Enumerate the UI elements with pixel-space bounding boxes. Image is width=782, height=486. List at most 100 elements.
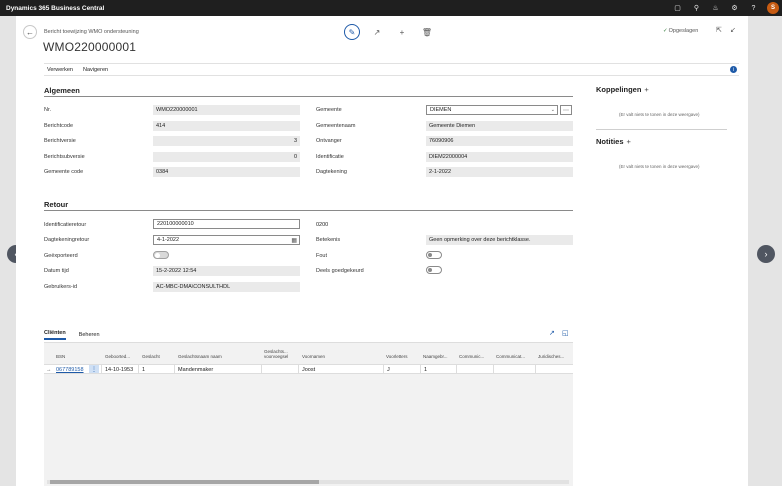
menu-bar: Verwerken Navigeren i [44,63,739,76]
edit-pencil-icon[interactable]: ✎ [344,24,360,40]
section-retour-title[interactable]: Retour [44,200,68,209]
column-divider [261,364,262,374]
cell-geboortedatum[interactable]: 14-10-1953 [105,367,133,373]
share-icon[interactable]: ↗ [369,24,385,40]
column-divider [493,364,494,374]
saved-label: Opgeslagen [668,28,699,34]
add-plus-icon[interactable]: + [644,85,648,94]
column-header-voorvoegsel[interactable]: Geslachts... voorvoegsel [264,349,294,359]
column-header-bsn[interactable]: BSN [56,354,65,359]
row-arrow-icon: → [46,367,52,373]
deels-goedgekeurd-toggle[interactable] [426,266,442,274]
breadcrumb: Bericht toewijzing WMO ondersteuning [44,29,139,35]
assist-edit-button[interactable]: ⋯ [560,105,572,115]
betekenis-label: Betekenis [316,237,341,243]
section-algemeen-title[interactable]: Algemeen [44,86,80,95]
fout-toggle[interactable] [426,251,442,259]
column-divider [174,364,175,374]
scrollbar-thumb[interactable] [50,480,319,484]
column-header-geboortedatum[interactable]: Geboorted... [105,354,130,359]
column-header-geslachtsnaam[interactable]: Geslachtsnaam naam [178,354,222,359]
column-divider [456,364,457,374]
dagtekening-label: Dagtekening [316,169,347,175]
column-divider [138,364,139,374]
koppelingen-empty-text: (Er valt niets te tonen in deze weergave… [619,112,700,117]
app-title: Dynamics 365 Business Central [6,4,105,12]
deels-goedgekeurd-label: Deels goedgekeurd [316,268,364,274]
collapse-icon[interactable]: ↙ [730,26,736,34]
cell-geslachtsnaam[interactable]: Mandenmaker [178,367,213,373]
berichtversie-field: 3 [153,136,300,146]
column-header-juridisch[interactable]: Juridisches... [538,354,564,359]
document-icon[interactable]: ▢ [668,0,687,16]
gemeente-label: Gemeente [316,107,342,113]
column-header-naamgebruik[interactable]: Naamgebr... [423,354,448,359]
datum-tijd-field: 15-2-2022 12:54 [153,266,300,276]
page-title: WMO220000001 [43,40,137,54]
column-header-voornamen[interactable]: Voornamen [302,354,325,359]
calendar-icon[interactable]: ▦ [291,237,297,244]
delete-trash-icon[interactable]: 🗑 [419,24,435,40]
gemeente-code-label: Gemeente code [44,169,84,175]
column-header-geslacht[interactable]: Geslacht [142,354,160,359]
new-plus-icon[interactable]: + [394,24,410,40]
column-header-communicatie2[interactable]: Communicat... [496,354,525,359]
add-plus-icon[interactable]: + [627,137,631,146]
notities-label: Notities [596,137,624,146]
check-icon: ✓ [663,28,668,34]
back-button[interactable]: ← [23,25,37,39]
row-actions-icon[interactable]: ⋮ [89,365,99,373]
fout-label: Fout [316,253,328,259]
cell-naamgebruik[interactable]: 1 [424,367,427,373]
cell-bsn[interactable]: 067789158 [56,367,84,373]
menu-verwerken[interactable]: Verwerken [47,67,73,73]
gebruikers-id-label: Gebruikers-id [44,284,78,290]
open-new-window-icon[interactable]: ⇱ [716,26,722,34]
record-page: ← Bericht toewijzing WMO ondersteuning W… [16,16,748,486]
gear-icon[interactable]: ⚙ [725,0,744,16]
gemeentenaam-label: Gemeentenaam [316,123,356,129]
dagtekeningretour-input[interactable]: 4-1-2022 ▦ [153,235,300,245]
tab-beheren[interactable]: Beheren [79,332,100,340]
berichtcode-label: Berichtcode [44,123,74,129]
search-icon[interactable]: ⚲ [687,0,706,16]
info-icon[interactable]: i [730,66,737,73]
betekenis-field: Geen opmerking over deze berichtklasse. [426,235,573,245]
app-topbar: Dynamics 365 Business Central ▢ ⚲ ♨ ⚙ ? … [0,0,782,16]
dagtekening-field: 2-1-2022 [426,167,573,177]
action-bar: ✎ ↗ + 🗑 [344,24,444,40]
menu-navigeren[interactable]: Navigeren [83,67,108,73]
expand-icon[interactable]: ◱ [562,329,569,337]
horizontal-scrollbar[interactable] [47,480,569,484]
gemeente-select[interactable]: DIEMEN ⌄ [426,105,558,115]
notities-title[interactable]: Notities + [596,137,631,146]
section-divider [44,96,573,97]
koppelingen-label: Koppelingen [596,85,642,94]
help-icon[interactable]: ? [744,0,763,16]
chevron-down-icon[interactable]: ⌄ [551,107,555,113]
ontvanger-label: Ontvanger [316,138,342,144]
gemeente-code-field: 0384 [153,167,300,177]
geexporteerd-label: Geëxporteerd [44,253,78,259]
tab-clienten[interactable]: Cliënten [44,330,66,340]
column-divider [535,364,536,374]
ontvanger-field: 76090906 [426,136,573,146]
next-record-button[interactable]: › [757,245,775,263]
cell-voorletters[interactable]: J [387,367,390,373]
nr-field: WMO220000001 [153,105,300,115]
berichtversie-label: Berichtversie [44,138,76,144]
cell-voornamen[interactable]: Joost [302,367,315,373]
berichtcode-field: 414 [153,121,300,131]
koppelingen-title[interactable]: Koppelingen + [596,85,649,94]
clienten-tabs: Cliënten Beheren [44,329,573,340]
bell-icon[interactable]: ♨ [706,0,725,16]
avatar[interactable]: S [767,2,779,14]
column-divider [298,364,299,374]
column-header-communicatie1[interactable]: Communic... [459,354,484,359]
identificatieretour-input[interactable]: 220100000010 [153,219,300,229]
berichtsubversie-label: Berichtsubversie [44,154,85,160]
share-icon[interactable]: ↗ [549,329,555,337]
column-header-voorletters[interactable]: Voorletters [386,354,408,359]
geexporteerd-toggle [153,251,169,259]
cell-geslacht[interactable]: 1 [142,367,145,373]
